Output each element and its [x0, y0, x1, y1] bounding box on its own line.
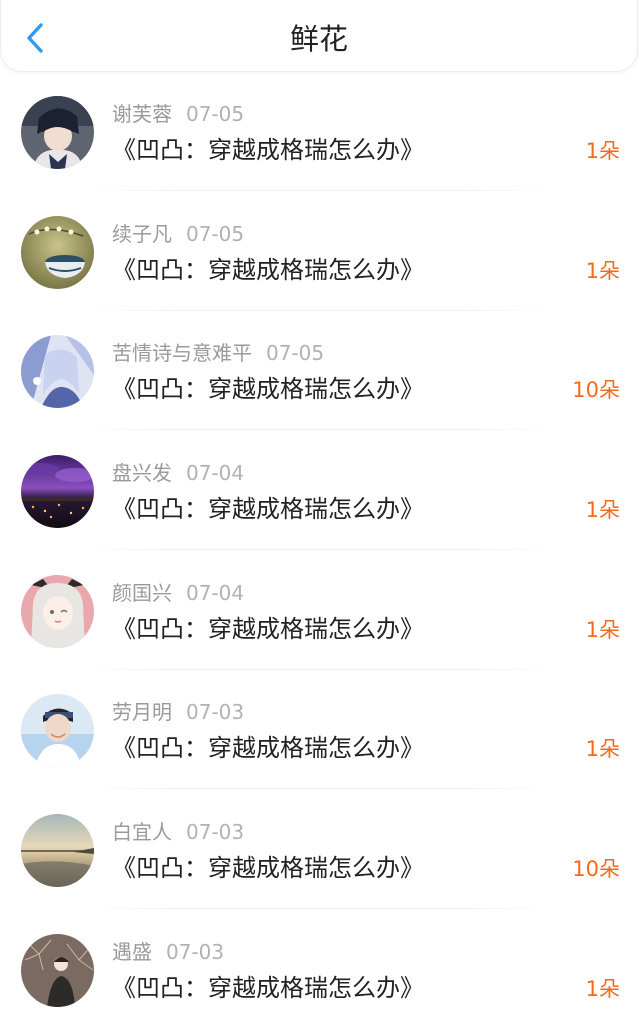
user-meta: 盘兴发 07-04	[112, 460, 244, 486]
book-title[interactable]: 《凹凸：穿越成格瑞怎么办》	[112, 852, 424, 884]
user-name[interactable]: 遇盛	[112, 940, 152, 964]
avatar-night-city-icon[interactable]	[21, 455, 94, 529]
user-meta: 续子凡 07-05	[112, 221, 244, 247]
user-meta: 劳月明 07-03	[112, 699, 244, 725]
book-title[interactable]: 《凹凸：穿越成格瑞怎么办》	[112, 493, 424, 525]
flower-count: 1朵	[585, 617, 620, 642]
avatar-fireworks-icon[interactable]	[21, 933, 94, 1007]
book-title[interactable]: 《凹凸：穿越成格瑞怎么办》	[112, 254, 424, 286]
avatar-anime-girl-pink-icon[interactable]	[21, 574, 94, 648]
book-title[interactable]: 《凹凸：穿越成格瑞怎么办》	[112, 613, 424, 645]
book-title[interactable]: 《凹凸：穿越成格瑞怎么办》	[112, 373, 424, 405]
user-name[interactable]: 白宜人	[112, 820, 172, 844]
flower-count: 1朵	[585, 498, 620, 523]
flower-count: 10朵	[572, 857, 620, 882]
user-meta: 遇盛 07-03	[112, 939, 224, 965]
list-item[interactable]: 遇盛 07-03 《凹凸：穿越成格瑞怎么办》 1朵	[0, 910, 640, 1028]
gift-date: 07-05	[186, 102, 245, 126]
user-name[interactable]: 劳月明	[112, 700, 172, 724]
flower-count: 1朵	[585, 737, 620, 762]
list-item[interactable]: 续子凡 07-05 《凹凸：穿越成格瑞怎么办》 1朵	[0, 192, 640, 312]
list-item[interactable]: 谢芙蓉 07-05 《凹凸：穿越成格瑞怎么办》 1朵	[0, 72, 640, 192]
user-meta: 白宜人 07-03	[112, 819, 244, 845]
user-name[interactable]: 续子凡	[112, 222, 172, 246]
user-name[interactable]: 盘兴发	[112, 461, 172, 485]
flower-count: 1朵	[585, 976, 620, 1001]
gift-date: 07-05	[186, 221, 245, 246]
gift-date: 07-04	[186, 580, 245, 605]
list-item[interactable]: 盘兴发 07-04 《凹凸：穿越成格瑞怎么办》 1朵	[0, 431, 640, 551]
book-title[interactable]: 《凹凸：穿越成格瑞怎么办》	[112, 972, 424, 1004]
gift-date: 07-03	[186, 700, 245, 725]
header-bar: 鲜花	[0, 0, 638, 72]
flowers-page: 鲜花 谢芙蓉 07-05 《凹凸：穿越成格瑞怎么办》 1朵 续子凡 07-05 …	[0, 0, 640, 1028]
list-item[interactable]: 颜国兴 07-04 《凹凸：穿越成格瑞怎么办》 1朵	[0, 551, 640, 671]
user-meta: 苦情诗与意难平 07-05	[112, 340, 324, 366]
avatar-anime-girl-blue-icon[interactable]	[21, 335, 94, 409]
user-meta: 颜国兴 07-04	[112, 580, 244, 606]
avatar-anime-boy-icon[interactable]	[21, 96, 94, 169]
avatar-boy-photo-icon[interactable]	[21, 694, 94, 768]
avatar-teacup-icon[interactable]	[21, 215, 94, 289]
user-name[interactable]: 颜国兴	[112, 581, 172, 605]
list-item[interactable]: 苦情诗与意难平 07-05 《凹凸：穿越成格瑞怎么办》 10朵	[0, 311, 640, 431]
flower-count: 1朵	[585, 139, 620, 163]
page-title: 鲜花	[289, 22, 348, 56]
list-item[interactable]: 白宜人 07-03 《凹凸：穿越成格瑞怎么办》 10朵	[0, 790, 640, 910]
book-title[interactable]: 《凹凸：穿越成格瑞怎么办》	[112, 134, 424, 166]
gift-date: 07-03	[186, 820, 245, 845]
list-item[interactable]: 劳月明 07-03 《凹凸：穿越成格瑞怎么办》 1朵	[0, 670, 640, 790]
user-name[interactable]: 苦情诗与意难平	[112, 341, 252, 365]
gift-date: 07-04	[186, 461, 245, 486]
user-name[interactable]: 谢芙蓉	[112, 102, 172, 126]
book-title[interactable]: 《凹凸：穿越成格瑞怎么办》	[112, 732, 424, 764]
gift-date: 07-05	[266, 341, 325, 366]
avatar-sunset-sea-icon[interactable]	[21, 814, 94, 888]
flower-gift-list: 谢芙蓉 07-05 《凹凸：穿越成格瑞怎么办》 1朵 续子凡 07-05 《凹凸…	[0, 72, 640, 1028]
user-meta: 谢芙蓉 07-05	[112, 101, 244, 127]
flower-count: 10朵	[572, 378, 620, 403]
gift-date: 07-03	[166, 939, 225, 964]
flower-count: 1朵	[585, 258, 620, 283]
